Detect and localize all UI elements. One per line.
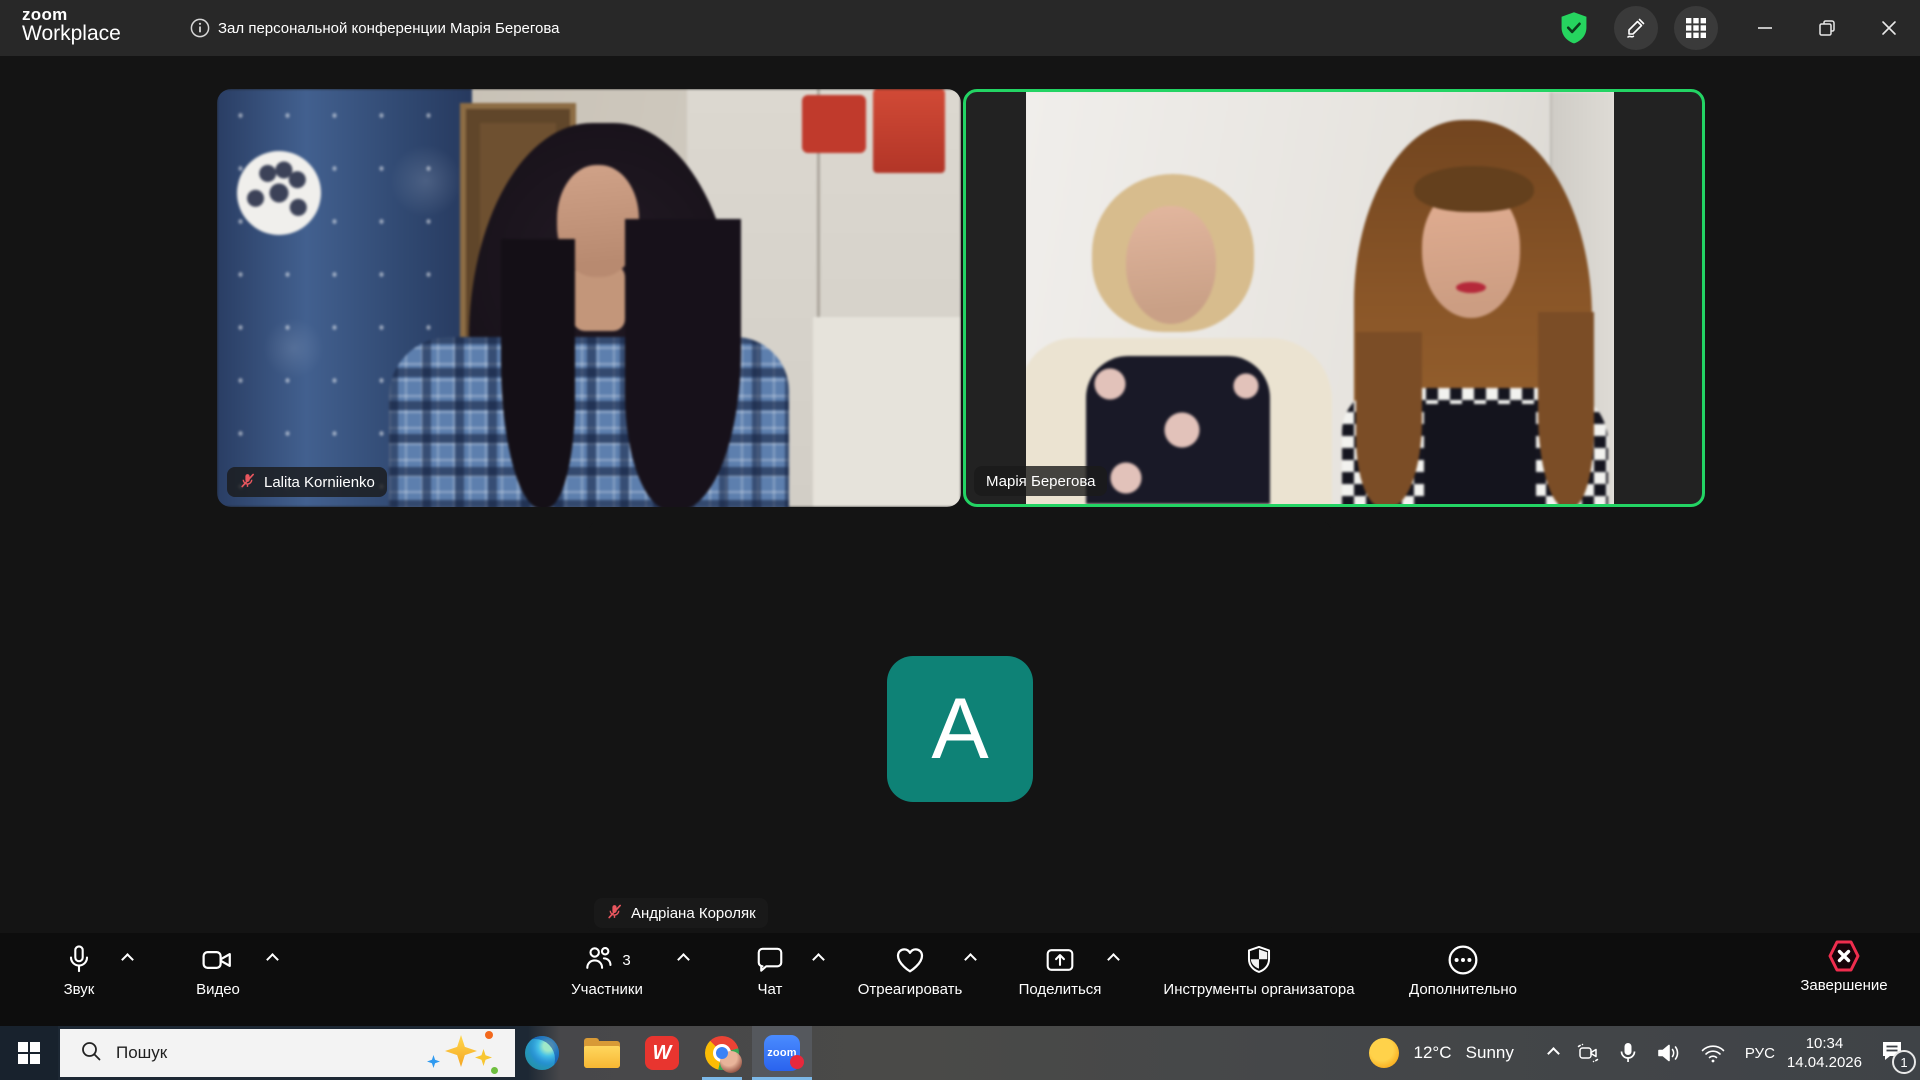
video-label: Видео [196, 981, 240, 998]
participant-name: Андріана Короляк [631, 905, 756, 922]
brand-line-zoom: zoom [22, 6, 121, 23]
brand-line-workplace: Workplace [22, 23, 121, 44]
host-tools-shield-icon [1245, 941, 1273, 979]
wps-office-taskbar-icon[interactable]: W [632, 1026, 692, 1080]
zoom-taskbar-icon[interactable]: zoom [752, 1026, 812, 1080]
search-icon [80, 1040, 102, 1067]
taskbar-apps: W zoom [512, 1026, 812, 1080]
system-tray: 12°C Sunny РУС 10:34 14.04.2026 [1369, 1026, 1920, 1080]
video-tile-mariia[interactable]: Марія Берегова [963, 89, 1705, 507]
participants-button[interactable]: 3 Участники [552, 941, 662, 998]
video-options-chevron[interactable] [266, 953, 279, 966]
start-button[interactable] [0, 1026, 58, 1080]
video-tile-andriana[interactable]: A Андріана Короляк [588, 520, 1332, 938]
title-bar: zoom Workplace Зал персональной конферен… [0, 0, 1920, 56]
end-meeting-button[interactable]: Завершение [1788, 937, 1900, 994]
chat-icon [755, 941, 785, 979]
zoom-notification-dot [790, 1055, 804, 1069]
tray-expand-chevron[interactable] [1549, 1049, 1558, 1058]
muted-mic-icon [239, 472, 256, 493]
weather-temp: 12°C [1413, 1043, 1451, 1062]
host-tools-label: Инструменты организатора [1163, 981, 1354, 998]
participant-name-label: Андріана Короляк [594, 898, 768, 928]
security-shield-icon[interactable] [1558, 11, 1590, 45]
clock-time: 10:34 [1787, 1034, 1862, 1054]
weather-condition: Sunny [1466, 1043, 1514, 1062]
weather-text[interactable]: 12°C Sunny [1413, 1043, 1513, 1063]
audio-options-chevron[interactable] [121, 953, 134, 966]
audio-label: Звук [64, 981, 95, 998]
zoom-meeting-window: zoom Workplace Зал персональной конферен… [0, 0, 1920, 1080]
host-tools-button[interactable]: Инструменты организатора [1143, 941, 1375, 998]
share-label: Поделиться [1019, 981, 1102, 998]
windows-taskbar: Пошук W zoom [0, 1026, 1920, 1080]
video-feed-mariia [1026, 92, 1614, 504]
avatar-letter: A [931, 680, 988, 779]
participants-label: Участники [571, 981, 643, 998]
weather-sun-icon[interactable] [1369, 1038, 1399, 1068]
restore-window-button[interactable] [1796, 0, 1858, 56]
video-button[interactable]: Видео [182, 941, 254, 998]
more-label: Дополнительно [1409, 981, 1517, 998]
annotate-pencil-button[interactable] [1614, 6, 1658, 50]
react-label: Отреагировать [858, 981, 963, 998]
chat-label: Чат [758, 981, 783, 998]
file-explorer-taskbar-icon[interactable] [572, 1026, 632, 1080]
notification-count-badge: 1 [1892, 1050, 1916, 1074]
search-input[interactable]: Пошук [60, 1029, 515, 1077]
avatar: A [887, 656, 1033, 802]
camera-in-use-icon[interactable] [1576, 1042, 1600, 1064]
clock[interactable]: 10:34 14.04.2026 [1787, 1034, 1862, 1073]
search-placeholder: Пошук [116, 1043, 167, 1063]
share-screen-icon [1044, 941, 1076, 979]
clock-date: 14.04.2026 [1787, 1053, 1862, 1073]
participant-name: Марія Берегова [986, 473, 1095, 490]
language-indicator[interactable]: РУС [1745, 1045, 1775, 1062]
search-highlights-icon[interactable] [419, 1029, 499, 1077]
windows-logo-icon [18, 1042, 40, 1064]
close-window-button[interactable] [1858, 0, 1920, 56]
chat-button[interactable]: Чат [738, 941, 802, 998]
microphone-icon [64, 941, 94, 979]
more-ellipsis-icon [1447, 941, 1479, 979]
edge-taskbar-icon[interactable] [512, 1026, 572, 1080]
participants-count-badge: 3 [622, 952, 630, 969]
share-button[interactable]: Поделиться [1004, 941, 1116, 998]
apps-grid-button[interactable] [1674, 6, 1718, 50]
minimize-button[interactable] [1734, 0, 1796, 56]
notification-center-icon[interactable]: 1 [1876, 1036, 1910, 1070]
camera-icon [201, 941, 235, 979]
audio-button[interactable]: Звук [46, 941, 112, 998]
meeting-toolbar: Звук Видео 3 Участники Чат [0, 933, 1920, 1026]
volume-icon[interactable] [1656, 1042, 1682, 1064]
meeting-info-icon[interactable] [190, 18, 210, 38]
chrome-profile-avatar [720, 1051, 742, 1073]
zoom-workplace-logo: zoom Workplace [22, 6, 121, 45]
meeting-title: Зал персональной конференции Марія Берег… [218, 0, 560, 56]
end-label: Завершение [1800, 977, 1887, 994]
video-tile-lalita[interactable]: Lalita Korniienko [217, 89, 961, 507]
participant-name-label: Марія Берегова [974, 466, 1107, 496]
react-button[interactable]: Отреагировать [838, 941, 982, 998]
participants-icon [583, 943, 615, 978]
heart-icon [894, 941, 926, 979]
muted-mic-icon [606, 903, 623, 924]
participant-name: Lalita Korniienko [264, 474, 375, 491]
video-feed-lalita [217, 89, 961, 507]
chat-options-chevron[interactable] [812, 953, 825, 966]
microphone-in-use-icon[interactable] [1618, 1041, 1638, 1065]
chrome-taskbar-icon[interactable] [692, 1026, 752, 1080]
participants-options-chevron[interactable] [677, 953, 690, 966]
end-meeting-icon [1824, 937, 1864, 975]
more-button[interactable]: Дополнительно [1395, 941, 1531, 998]
wifi-icon[interactable] [1700, 1042, 1726, 1064]
participant-name-label: Lalita Korniienko [227, 467, 387, 497]
